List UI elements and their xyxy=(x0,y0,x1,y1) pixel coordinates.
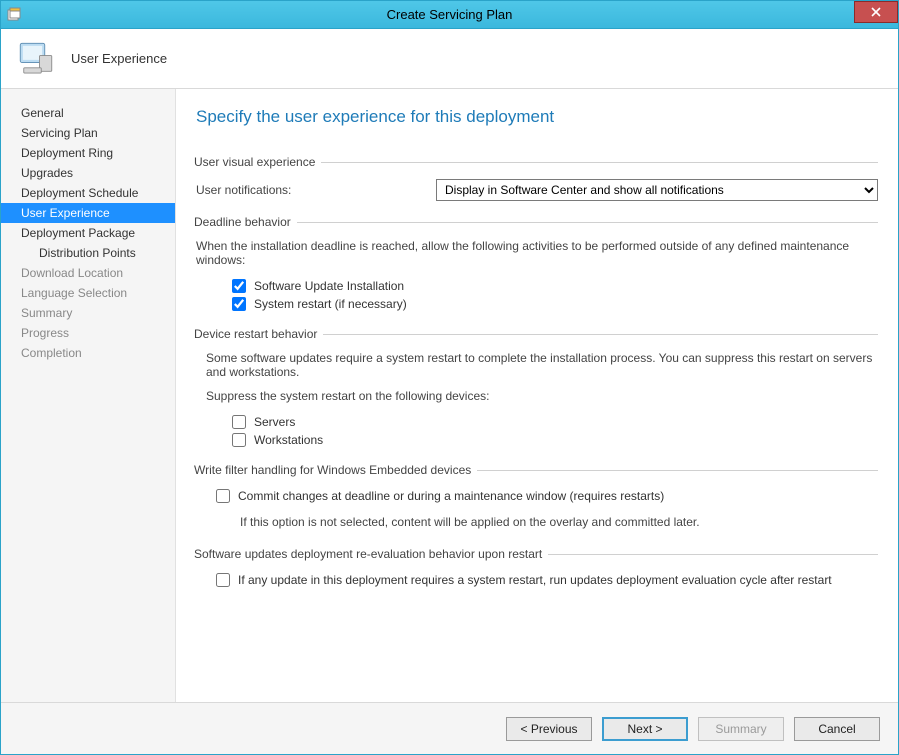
main-heading: Specify the user experience for this dep… xyxy=(196,107,878,127)
note-write-filter: If this option is not selected, content … xyxy=(196,505,878,533)
group-reeval: Software updates deployment re-evaluatio… xyxy=(196,547,878,589)
nav-item-servicing-plan[interactable]: Servicing Plan xyxy=(1,123,175,143)
nav-item-deployment-ring[interactable]: Deployment Ring xyxy=(1,143,175,163)
nav-item-deployment-schedule[interactable]: Deployment Schedule xyxy=(1,183,175,203)
group-deadline-behavior: Deadline behavior When the installation … xyxy=(196,215,878,313)
nav-sidebar: GeneralServicing PlanDeployment RingUpgr… xyxy=(1,89,176,702)
footer: < Previous Next > Summary Cancel xyxy=(1,702,898,754)
nav-item-upgrades[interactable]: Upgrades xyxy=(1,163,175,183)
checkbox-reeval[interactable]: If any update in this deployment require… xyxy=(196,571,878,589)
summary-button: Summary xyxy=(698,717,784,741)
legend-deadline: Deadline behavior xyxy=(194,215,297,229)
select-user-notifications[interactable]: Display in Software Center and show all … xyxy=(436,179,878,201)
checkbox-servers[interactable]: Servers xyxy=(196,413,878,431)
nav-item-deployment-package[interactable]: Deployment Package xyxy=(1,223,175,243)
checkbox-commit-changes[interactable]: Commit changes at deadline or during a m… xyxy=(196,487,878,505)
wizard-window: Create Servicing Plan User Experience Ge… xyxy=(0,0,899,755)
label-user-notifications: User notifications: xyxy=(196,183,426,197)
nav-item-progress: Progress xyxy=(1,323,175,343)
checkbox-input-reeval[interactable] xyxy=(216,573,230,587)
nav-item-general[interactable]: General xyxy=(1,103,175,123)
checkbox-workstations[interactable]: Workstations xyxy=(196,431,878,449)
checkbox-system-restart[interactable]: System restart (if necessary) xyxy=(196,295,878,313)
titlebar: Create Servicing Plan xyxy=(1,1,898,29)
main-panel: Specify the user experience for this dep… xyxy=(176,89,898,702)
nav-item-distribution-points[interactable]: Distribution Points xyxy=(1,243,175,263)
group-visual-experience: User visual experience User notification… xyxy=(196,155,878,201)
desc-deadline: When the installation deadline is reache… xyxy=(196,239,878,267)
legend-reeval: Software updates deployment re-evaluatio… xyxy=(194,547,548,561)
app-icon xyxy=(5,5,25,25)
checkbox-input-restart[interactable] xyxy=(232,297,246,311)
checkbox-label-servers: Servers xyxy=(254,415,295,429)
checkbox-input-install[interactable] xyxy=(232,279,246,293)
legend-write-filter: Write filter handling for Windows Embedd… xyxy=(194,463,477,477)
previous-button[interactable]: < Previous xyxy=(506,717,592,741)
checkbox-label-reeval: If any update in this deployment require… xyxy=(238,573,832,587)
window-title: Create Servicing Plan xyxy=(1,7,898,22)
nav-item-completion: Completion xyxy=(1,343,175,363)
legend-device-restart: Device restart behavior xyxy=(194,327,323,341)
computer-icon xyxy=(15,38,57,80)
checkbox-input-workstations[interactable] xyxy=(232,433,246,447)
checkbox-label-restart: System restart (if necessary) xyxy=(254,297,407,311)
page-title: User Experience xyxy=(71,51,167,66)
next-button[interactable]: Next > xyxy=(602,717,688,741)
cancel-button[interactable]: Cancel xyxy=(794,717,880,741)
checkbox-label-workstations: Workstations xyxy=(254,433,323,447)
body: GeneralServicing PlanDeployment RingUpgr… xyxy=(1,89,898,702)
legend-visual: User visual experience xyxy=(194,155,321,169)
group-write-filter: Write filter handling for Windows Embedd… xyxy=(196,463,878,533)
checkbox-input-commit[interactable] xyxy=(216,489,230,503)
checkbox-label-commit: Commit changes at deadline or during a m… xyxy=(238,489,664,503)
checkbox-input-servers[interactable] xyxy=(232,415,246,429)
desc-device-restart: Some software updates require a system r… xyxy=(196,351,878,379)
nav-item-user-experience[interactable]: User Experience xyxy=(1,203,175,223)
nav-item-language-selection: Language Selection xyxy=(1,283,175,303)
header-strip: User Experience xyxy=(1,29,898,89)
group-device-restart: Device restart behavior Some software up… xyxy=(196,327,878,449)
nav-item-summary: Summary xyxy=(1,303,175,323)
nav-item-download-location: Download Location xyxy=(1,263,175,283)
checkbox-label-install: Software Update Installation xyxy=(254,279,404,293)
label-suppress: Suppress the system restart on the follo… xyxy=(196,389,878,403)
close-button[interactable] xyxy=(854,1,898,23)
checkbox-software-update-installation[interactable]: Software Update Installation xyxy=(196,277,878,295)
